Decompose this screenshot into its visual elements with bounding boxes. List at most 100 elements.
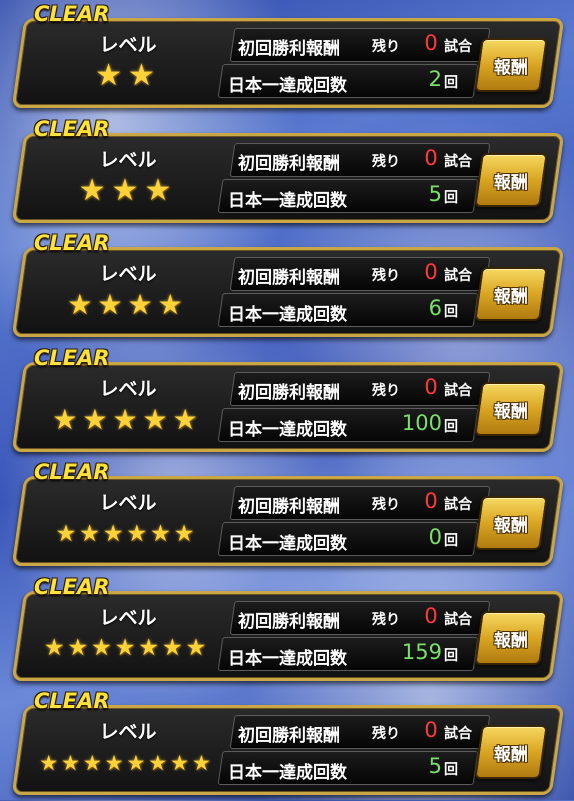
- reward-button-label: 報酬: [494, 630, 528, 650]
- champion-label: 日本一達成回数: [228, 648, 347, 669]
- champion-unit: 回: [444, 533, 458, 549]
- level-card: CLEAR レベル ★ ★ ★ ★ ★ ★ ★ 初回勝利報酬 残り 0 試合 日本一達成回数…: [0, 573, 574, 687]
- champion-count: 2: [428, 67, 442, 91]
- remaining-unit: 試合: [444, 382, 472, 399]
- remaining-label: 残り: [372, 39, 400, 55]
- star-icon: ★: [161, 635, 183, 661]
- star-icon: ★: [91, 635, 112, 661]
- level-label: レベル: [99, 263, 157, 285]
- champion-label: 日本一達成回数: [228, 534, 347, 554]
- remaining-unit: 試合: [444, 497, 472, 513]
- champion-count: 5: [428, 181, 442, 206]
- reward-button-label: 報酬: [494, 286, 528, 307]
- clear-badge: CLEAR: [34, 2, 110, 26]
- star-icon: ★: [61, 750, 80, 775]
- star-icon: ★: [52, 402, 78, 436]
- remaining-unit: 試合: [444, 153, 472, 170]
- level-label: レベル: [99, 148, 157, 171]
- clear-badge: CLEAR: [34, 231, 110, 255]
- remaining-label: 残り: [372, 611, 400, 628]
- champion-count: 159: [401, 639, 442, 664]
- champion-label: 日本一達成回数: [228, 419, 347, 440]
- reward-button-label: 報酬: [494, 744, 528, 765]
- star-icon: ★: [102, 520, 124, 547]
- level-stars: ★ ★ ★ ★ ★ ★ ★ ★: [30, 743, 220, 783]
- first-reward-label: 初回勝利報酬: [238, 611, 340, 632]
- remaining-unit: 試合: [444, 39, 472, 55]
- level-label: レベル: [99, 606, 157, 629]
- reward-button[interactable]: 報酬: [474, 267, 548, 321]
- star-icon: ★: [157, 288, 183, 321]
- star-icon: ★: [148, 750, 168, 775]
- clear-badge: CLEAR: [34, 689, 110, 713]
- reward-button[interactable]: 報酬: [474, 152, 548, 207]
- star-icon: ★: [191, 750, 211, 775]
- remaining-count: 0: [424, 489, 438, 513]
- reward-button[interactable]: 報酬: [474, 496, 548, 550]
- level-card: CLEAR レベル ★ ★ 初回勝利報酬 残り 0 試合 日本一達成回数 2 回 …: [0, 0, 574, 114]
- level-label: レベル: [99, 34, 157, 56]
- level-label: レベル: [99, 492, 157, 514]
- champion-count: 100: [401, 410, 442, 435]
- star-icon: ★: [97, 288, 123, 321]
- remaining-label: 残り: [372, 726, 400, 742]
- star-icon: ★: [142, 402, 168, 436]
- clear-badge: CLEAR: [34, 345, 110, 370]
- champion-unit: 回: [444, 762, 458, 778]
- star-icon: ★: [150, 520, 171, 547]
- champion-label: 日本一達成回数: [228, 190, 347, 211]
- clear-badge: CLEAR: [34, 574, 110, 599]
- level-stars: ★ ★ ★ ★: [30, 285, 220, 325]
- star-icon: ★: [114, 635, 136, 661]
- champion-count: 0: [428, 525, 442, 549]
- remaining-count: 0: [424, 31, 438, 55]
- level-card: CLEAR レベル ★ ★ ★ ★ ★ ★ 初回勝利報酬 残り 0 試合 日本一達成回数 …: [0, 458, 574, 572]
- star-icon: ★: [79, 520, 100, 547]
- remaining-unit: 試合: [444, 268, 472, 284]
- remaining-label: 残り: [372, 497, 400, 513]
- remaining-count: 0: [424, 145, 438, 170]
- remaining-count: 0: [424, 260, 438, 284]
- remaining-unit: 試合: [444, 611, 472, 628]
- star-icon: ★: [95, 58, 122, 93]
- star-icon: ★: [78, 172, 106, 208]
- reward-button[interactable]: 報酬: [474, 725, 548, 779]
- champion-count: 5: [428, 754, 442, 778]
- reward-button-label: 報酬: [494, 57, 528, 78]
- level-card: CLEAR レベル ★ ★ ★ ★ ★ ★ ★ ★ 初回勝利報酬 残り 0 試合 日本一達成回…: [0, 687, 574, 801]
- star-icon: ★: [55, 520, 77, 547]
- star-icon: ★: [138, 635, 159, 661]
- star-icon: ★: [104, 750, 124, 775]
- champion-unit: 回: [444, 647, 458, 664]
- reward-button-label: 報酬: [494, 172, 528, 192]
- remaining-label: 残り: [372, 382, 400, 399]
- star-icon: ★: [67, 288, 93, 321]
- reward-button[interactable]: 報酬: [474, 38, 548, 92]
- star-icon: ★: [43, 635, 65, 661]
- first-reward-label: 初回勝利報酬: [238, 382, 340, 403]
- star-icon: ★: [185, 635, 207, 661]
- star-icon: ★: [128, 58, 155, 93]
- remaining-label: 残り: [372, 153, 400, 170]
- remaining-count: 0: [424, 718, 438, 742]
- champion-unit: 回: [444, 418, 458, 435]
- level-stars: ★ ★ ★ ★ ★ ★ ★: [30, 629, 220, 669]
- first-reward-label: 初回勝利報酬: [238, 268, 340, 288]
- first-reward-label: 初回勝利報酬: [238, 497, 340, 517]
- reward-button[interactable]: 報酬: [474, 381, 548, 436]
- reward-button-label: 報酬: [494, 401, 528, 421]
- clear-badge: CLEAR: [34, 460, 110, 484]
- clear-badge: CLEAR: [34, 116, 110, 141]
- level-card: CLEAR レベル ★ ★ ★ ★ ★ 初回勝利報酬 残り 0 試合 日本一達成回数 1…: [0, 344, 574, 458]
- remaining-count: 0: [424, 374, 438, 399]
- remaining-count: 0: [424, 603, 438, 628]
- remaining-unit: 試合: [444, 726, 472, 742]
- champion-unit: 回: [444, 75, 458, 91]
- level-stars: ★ ★ ★ ★ ★: [30, 400, 220, 440]
- star-icon: ★: [127, 288, 153, 321]
- reward-button[interactable]: 報酬: [474, 610, 548, 665]
- star-icon: ★: [144, 172, 172, 208]
- star-icon: ★: [126, 750, 146, 775]
- star-icon: ★: [173, 520, 195, 547]
- champion-label: 日本一達成回数: [228, 763, 347, 783]
